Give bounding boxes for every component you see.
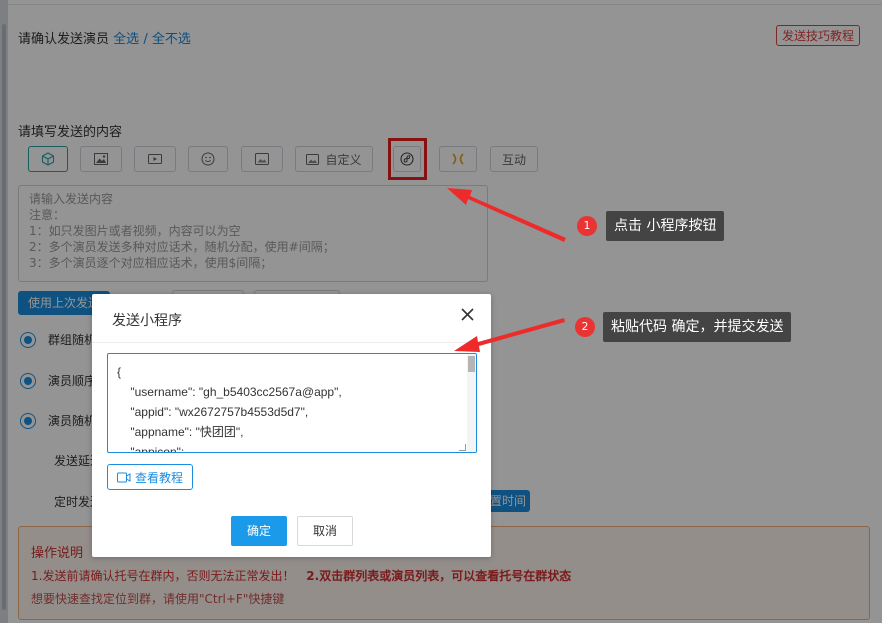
step-2-badge: 2 (575, 317, 595, 337)
view-tutorial-label: 查看教程 (134, 470, 183, 485)
step-1-badge: 1 (577, 216, 597, 236)
mini-program-code-input[interactable]: { "username": "gh_b5403cc2567a@app", "ap… (107, 353, 477, 453)
dialog-close-button[interactable] (457, 306, 477, 326)
mini-program-dialog: 发送小程序 { "username": "gh_b5403cc2567a@app… (92, 294, 491, 557)
step-1-callout: 点击 小程序按钮 (606, 211, 725, 241)
confirm-button[interactable]: 确定 (231, 516, 287, 546)
dialog-divider (92, 342, 491, 343)
step-2-callout: 粘贴代码 确定，并提交发送 (603, 312, 792, 342)
close-icon (460, 308, 474, 324)
code-scrollbar[interactable] (467, 354, 476, 452)
code-scroll-thumb[interactable] (468, 356, 475, 372)
video-icon (116, 472, 131, 483)
dialog-title: 发送小程序 (112, 313, 182, 329)
resize-handle[interactable] (459, 444, 466, 451)
view-tutorial-button[interactable]: 查看教程 (107, 464, 193, 490)
code-text: { "username": "gh_b5403cc2567a@app", "ap… (117, 365, 342, 453)
cancel-button[interactable]: 取消 (297, 516, 353, 546)
